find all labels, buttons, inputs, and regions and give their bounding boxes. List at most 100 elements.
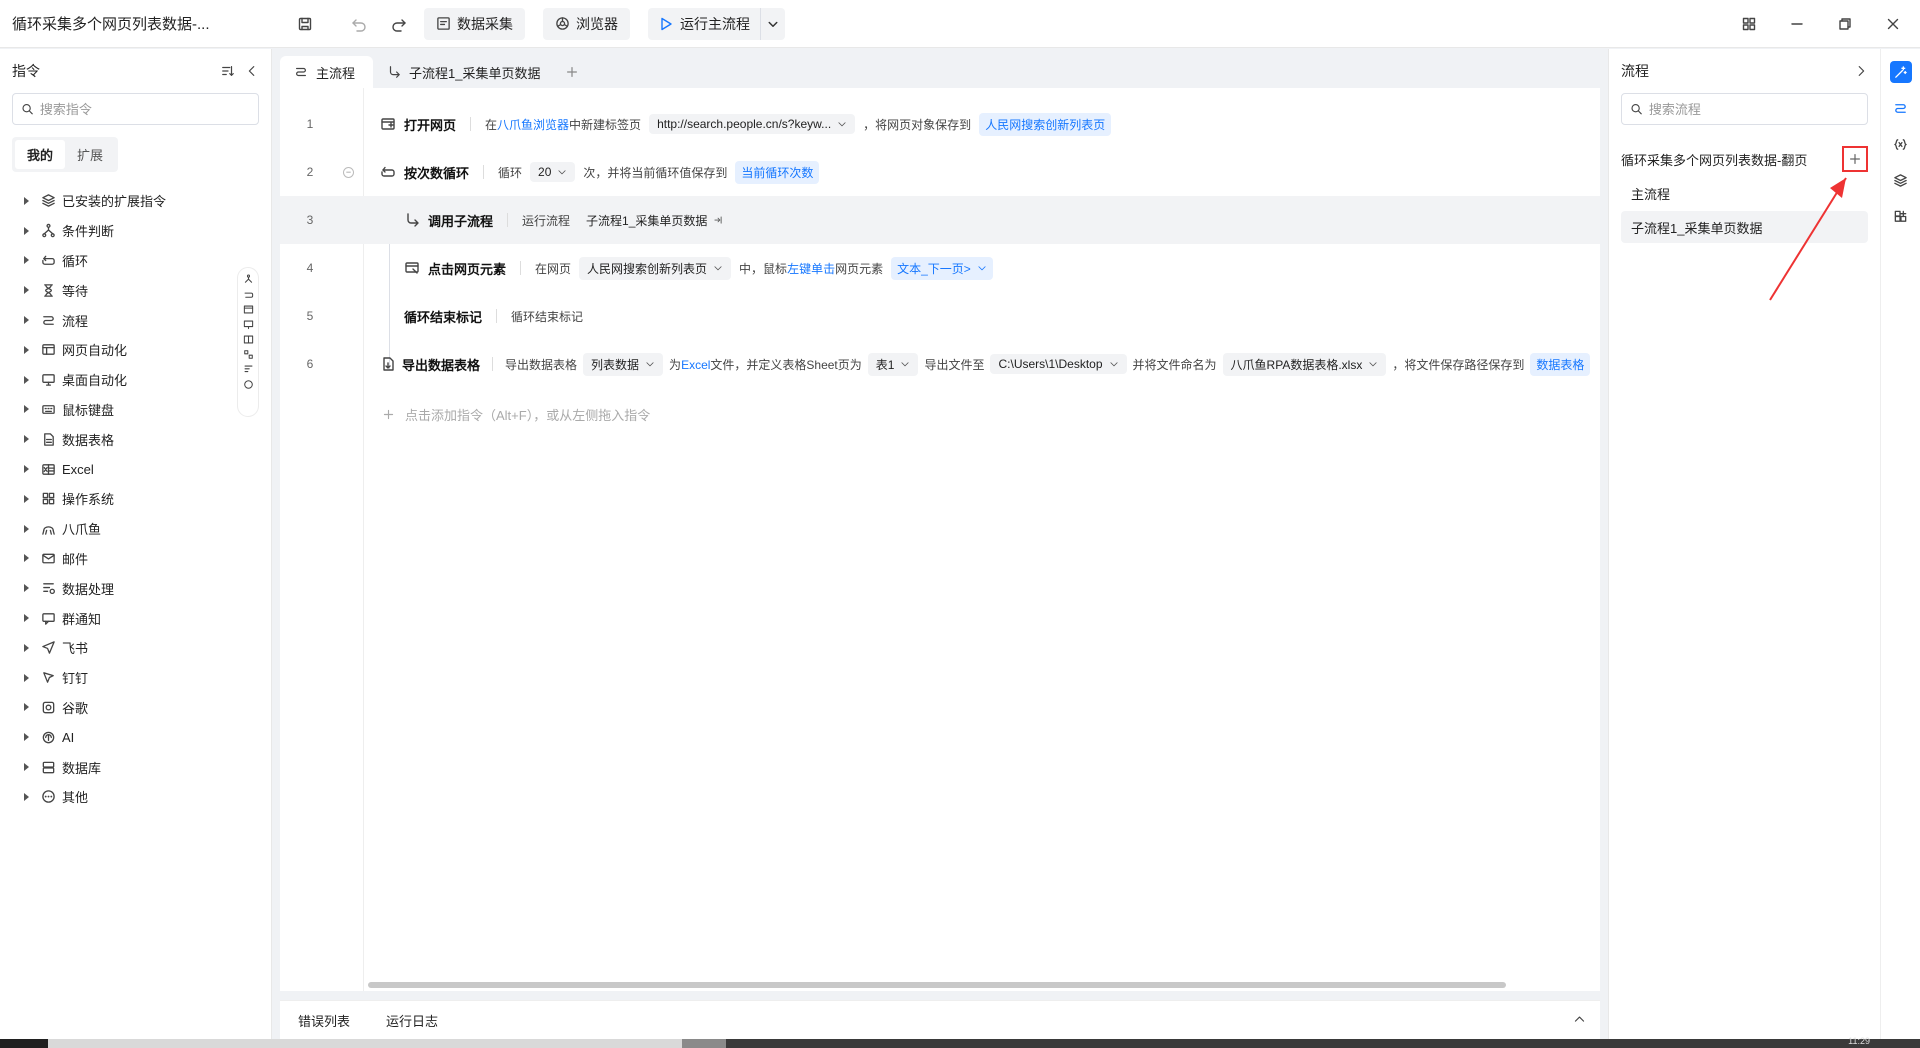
output-variable[interactable]: 人民网搜索创新列表页 [979,112,1112,136]
run-dropdown-button[interactable] [761,8,785,40]
taskbar-app[interactable] [682,1039,726,1048]
filename-param[interactable]: 八爪鱼RPA数据表格.xlsx [1222,352,1387,376]
category-item[interactable]: Excel [0,454,271,484]
components-rail-button[interactable] [1890,205,1912,227]
category-item[interactable]: 钉钉 [0,663,271,693]
category-item[interactable]: 数据库 [0,752,271,782]
flow-panel-header: 流程 [1609,49,1880,93]
run-main-flow-button[interactable]: 运行主流程 [648,7,761,40]
category-item[interactable]: 邮件 [0,544,271,574]
collapse-left-panel-button[interactable] [245,64,259,78]
category-item[interactable]: 群通知 [0,603,271,633]
collapse-right-panel-button[interactable] [1854,64,1868,78]
redo-button[interactable] [384,9,414,39]
fold-toggle[interactable]: − [343,166,354,178]
segment-extensions[interactable]: 扩展 [65,140,115,169]
category-item[interactable]: 谷歌 [0,693,271,723]
category-item[interactable]: 数据处理 [0,573,271,603]
add-instruction-hint[interactable]: 点击添加指令（Alt+F），或从左侧拖入指令 [382,405,650,424]
flow-step-row[interactable]: 4 点击网页元素 在网页 人民网搜索创新列表页 中，鼠标左键单击网页元素 文本_… [280,244,1600,292]
layout-button[interactable] [1734,9,1764,39]
category-item[interactable]: 条件判断 [0,216,271,246]
flow-step-row[interactable]: 6 导出数据表格 导出数据表格 列表数据 为Excel文件，并定义表格Sheet… [280,340,1600,388]
taskbar-start[interactable] [0,1039,48,1048]
subflow-param[interactable]: 子流程1_采集单页数据 [578,208,732,232]
ai-icon[interactable] [243,379,254,390]
save-button[interactable] [290,9,320,39]
data-process-icon [43,582,55,594]
category-label: 群通知 [62,611,102,627]
browser-window-icon[interactable] [243,304,254,315]
expand-bottom-panel-button[interactable] [1573,1013,1586,1026]
magic-wand-icon [1895,65,1907,78]
category-item[interactable]: 其他 [0,782,271,812]
close-button[interactable] [1878,9,1908,39]
category-item[interactable]: 循环 [0,246,271,276]
layers-rail-button[interactable] [1890,169,1912,191]
browser-button[interactable]: 浏览器 [543,7,630,40]
category-item[interactable]: 等待 [0,275,271,305]
open-webpage-icon [381,118,395,130]
flow-step-row[interactable]: 1 打开网页 在八爪鱼浏览器中新建标签页 http://search.peopl… [280,100,1600,148]
flow-icon [1895,103,1906,113]
undo-button[interactable] [344,9,374,39]
category-item[interactable]: 八爪鱼 [0,514,271,544]
tab-error-list[interactable]: 错误列表 [280,1001,368,1041]
element-param[interactable]: 文本_下一页> [891,256,993,280]
undo-icon [352,18,366,32]
ai-assistant-button[interactable] [1889,61,1912,83]
sort-button[interactable] [221,64,235,78]
category-item[interactable]: 已安装的扩展指令 [0,186,271,216]
excel-icon [42,463,55,475]
grid-icon[interactable] [243,349,254,360]
instruction-search-input[interactable] [39,101,250,117]
add-subflow-button[interactable] [1842,146,1868,172]
data-collect-button[interactable]: 数据采集 [424,7,525,40]
category-item[interactable]: 网页自动化 [0,335,271,365]
horizontal-scrollbar[interactable] [368,982,1506,988]
category-label: 谷歌 [62,700,89,716]
step-text: 循环结束标记 [511,309,584,324]
step-text: ，将网页对象保存到 [863,117,972,132]
url-param[interactable]: http://search.people.cn/s?keyw... [649,114,856,134]
category-item[interactable]: 数据表格 [0,424,271,454]
excel-icon[interactable] [243,334,254,345]
output-variable[interactable]: 当前循环次数 [735,160,820,184]
loop-count-param[interactable]: 20 [530,162,576,182]
flow-step-row-selected[interactable]: 3 调用子流程 运行流程 子流程1_采集单页数据 [280,196,1600,244]
branch-icon[interactable] [243,274,254,285]
tab-main-flow[interactable]: 主流程 [280,56,374,88]
octopus-icon [42,526,55,535]
category-item[interactable]: 飞书 [0,633,271,663]
command-name: 按次数循环 [404,165,470,181]
data-process-icon[interactable] [243,364,254,375]
path-param[interactable]: C:\Users\1\Desktop [990,354,1127,374]
loop-icon[interactable] [243,289,254,300]
flow-step-row[interactable]: 5 循环结束标记 循环结束标记 [280,292,1600,340]
desktop-icon[interactable] [243,319,254,330]
output-variable[interactable]: 数据表格 [1530,352,1591,376]
webpage-param[interactable]: 人民网搜索创新列表页 [579,256,732,280]
table-param[interactable]: 列表数据 [583,352,664,376]
category-label: 邮件 [62,551,89,567]
category-item[interactable]: 流程 [0,305,271,335]
command-name: 打开网页 [404,117,457,133]
tab-run-log[interactable]: 运行日志 [368,1001,456,1041]
taskbar-search[interactable] [48,1039,688,1048]
command-name: 调用子流程 [428,213,494,229]
category-item[interactable]: 操作系统 [0,484,271,514]
flow-rail-button[interactable] [1890,97,1912,119]
restore-button[interactable] [1830,9,1860,39]
sheet-param[interactable]: 表1 [867,352,919,376]
category-item[interactable]: 鼠标键盘 [0,395,271,425]
flow-step-row[interactable]: 2 − 按次数循环 循环 20 次，并将当前循环值保存到 当前循环次数 [280,148,1600,196]
variables-rail-button[interactable] [1890,133,1912,155]
add-tab-button[interactable] [558,56,586,88]
category-item[interactable]: AI [0,722,271,752]
minimize-button[interactable] [1782,9,1812,39]
title-bar: 循环采集多个网页列表数据-... 数据采集 浏览器 运行主流程 [0,0,1920,48]
segment-mine[interactable]: 我的 [15,140,66,169]
category-item[interactable]: 桌面自动化 [0,365,271,395]
tab-subflow-1[interactable]: 子流程1_采集单页数据 [373,56,558,88]
flow-search-input[interactable] [1648,101,1859,117]
